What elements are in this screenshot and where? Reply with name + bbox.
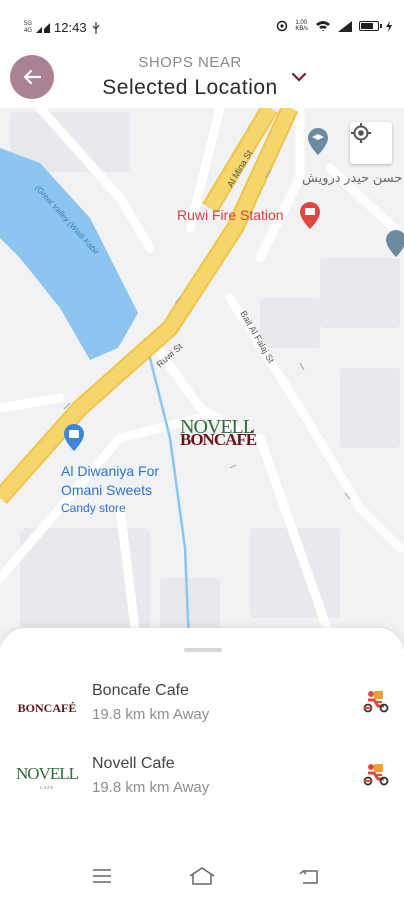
network-bottom: 4G xyxy=(24,27,33,34)
nav-home-button[interactable] xyxy=(187,864,217,888)
signal-icon xyxy=(36,22,51,33)
location-status-icon xyxy=(277,20,288,32)
status-time: 12:43 xyxy=(54,20,87,35)
crosshair-icon xyxy=(351,123,371,143)
place-label-fire-station[interactable]: Ruwi Fire Station xyxy=(177,207,284,223)
map-pin-fire-station-icon[interactable] xyxy=(300,202,320,229)
network-speed-unit: KB/s xyxy=(295,26,308,32)
sheet-drag-handle[interactable] xyxy=(184,648,222,652)
network-indicator: 5G 4G xyxy=(24,21,32,35)
status-left: 5G 4G 12:43 xyxy=(24,20,101,35)
shop-logo-boncafe: BONCAFÉ xyxy=(16,690,78,726)
header-subtitle: SHOPS NEAR xyxy=(138,54,242,71)
shop-list-item[interactable]: BONCAFÉ Boncafe Cafe 19.8 km km Away xyxy=(0,682,404,742)
map-view[interactable]: Al Mina St Ruwi St Bait Al Falaj St (Gre… xyxy=(0,108,404,668)
nav-menu-button[interactable] xyxy=(87,864,117,888)
battery-icon xyxy=(359,21,382,31)
map-pin-right-icon[interactable] xyxy=(386,230,404,257)
delivery-scooter-icon[interactable] xyxy=(362,688,390,714)
map-pin-education-icon[interactable] xyxy=(308,128,328,155)
status-right: 1.00 KB/s xyxy=(276,20,392,32)
cell-signal-icon xyxy=(338,20,352,32)
delivery-scooter-icon[interactable] xyxy=(362,761,390,787)
shop-map-marker[interactable]: NOVELL BONCAFÉ xyxy=(180,416,264,450)
status-bar: 5G 4G 12:43 1.00 KB/s xyxy=(0,0,404,52)
shop-distance: 19.8 km km Away xyxy=(92,779,210,796)
nav-back-button[interactable] xyxy=(294,864,324,888)
place-label-sweets-line1: Al Diwaniya For xyxy=(61,463,160,479)
header: SHOPS NEAR Selected Location xyxy=(0,52,404,108)
home-icon xyxy=(189,867,215,885)
shop-list-item[interactable]: NOVELL CAFE Novell Cafe 19.8 km km Away xyxy=(0,755,404,815)
shop-logo-sub: CAFE xyxy=(39,785,55,790)
wifi-icon xyxy=(316,21,330,32)
shop-logo-novell: NOVELL CAFE xyxy=(16,763,79,799)
place-category-candy: Candy store xyxy=(61,501,126,515)
network-speed: 1.00 KB/s xyxy=(295,20,308,32)
place-label-sweets[interactable]: Al Diwaniya For Omani Sweets xyxy=(61,462,159,500)
place-label-sweets-line2: Omani Sweets xyxy=(61,482,153,498)
selected-location-title[interactable]: Selected Location xyxy=(0,76,380,100)
network-top: 5G xyxy=(24,20,33,27)
menu-icon xyxy=(93,869,111,883)
chevron-down-icon[interactable] xyxy=(290,70,308,84)
shop-logo-text: BONCAFÉ xyxy=(17,700,77,715)
my-location-button[interactable] xyxy=(350,122,392,164)
map-canvas: Al Mina St Ruwi St Bait Al Falaj St (Gre… xyxy=(0,108,404,668)
system-nav-bar xyxy=(0,850,404,900)
shop-distance: 19.8 km km Away xyxy=(92,706,210,723)
charging-icon xyxy=(386,20,392,32)
shop-name: Boncafe Cafe xyxy=(92,682,189,699)
marker-logo-boncafe: BONCAFÉ xyxy=(180,430,257,449)
map-pin-shopping-icon[interactable] xyxy=(64,424,84,451)
shop-logo-text: NOVELL CAFE xyxy=(16,765,79,795)
shop-name: Novell Cafe xyxy=(92,755,175,772)
back-nav-icon xyxy=(299,870,318,884)
usb-icon xyxy=(92,21,100,34)
place-label-arabic: حسن حيدر درويش xyxy=(302,170,403,185)
